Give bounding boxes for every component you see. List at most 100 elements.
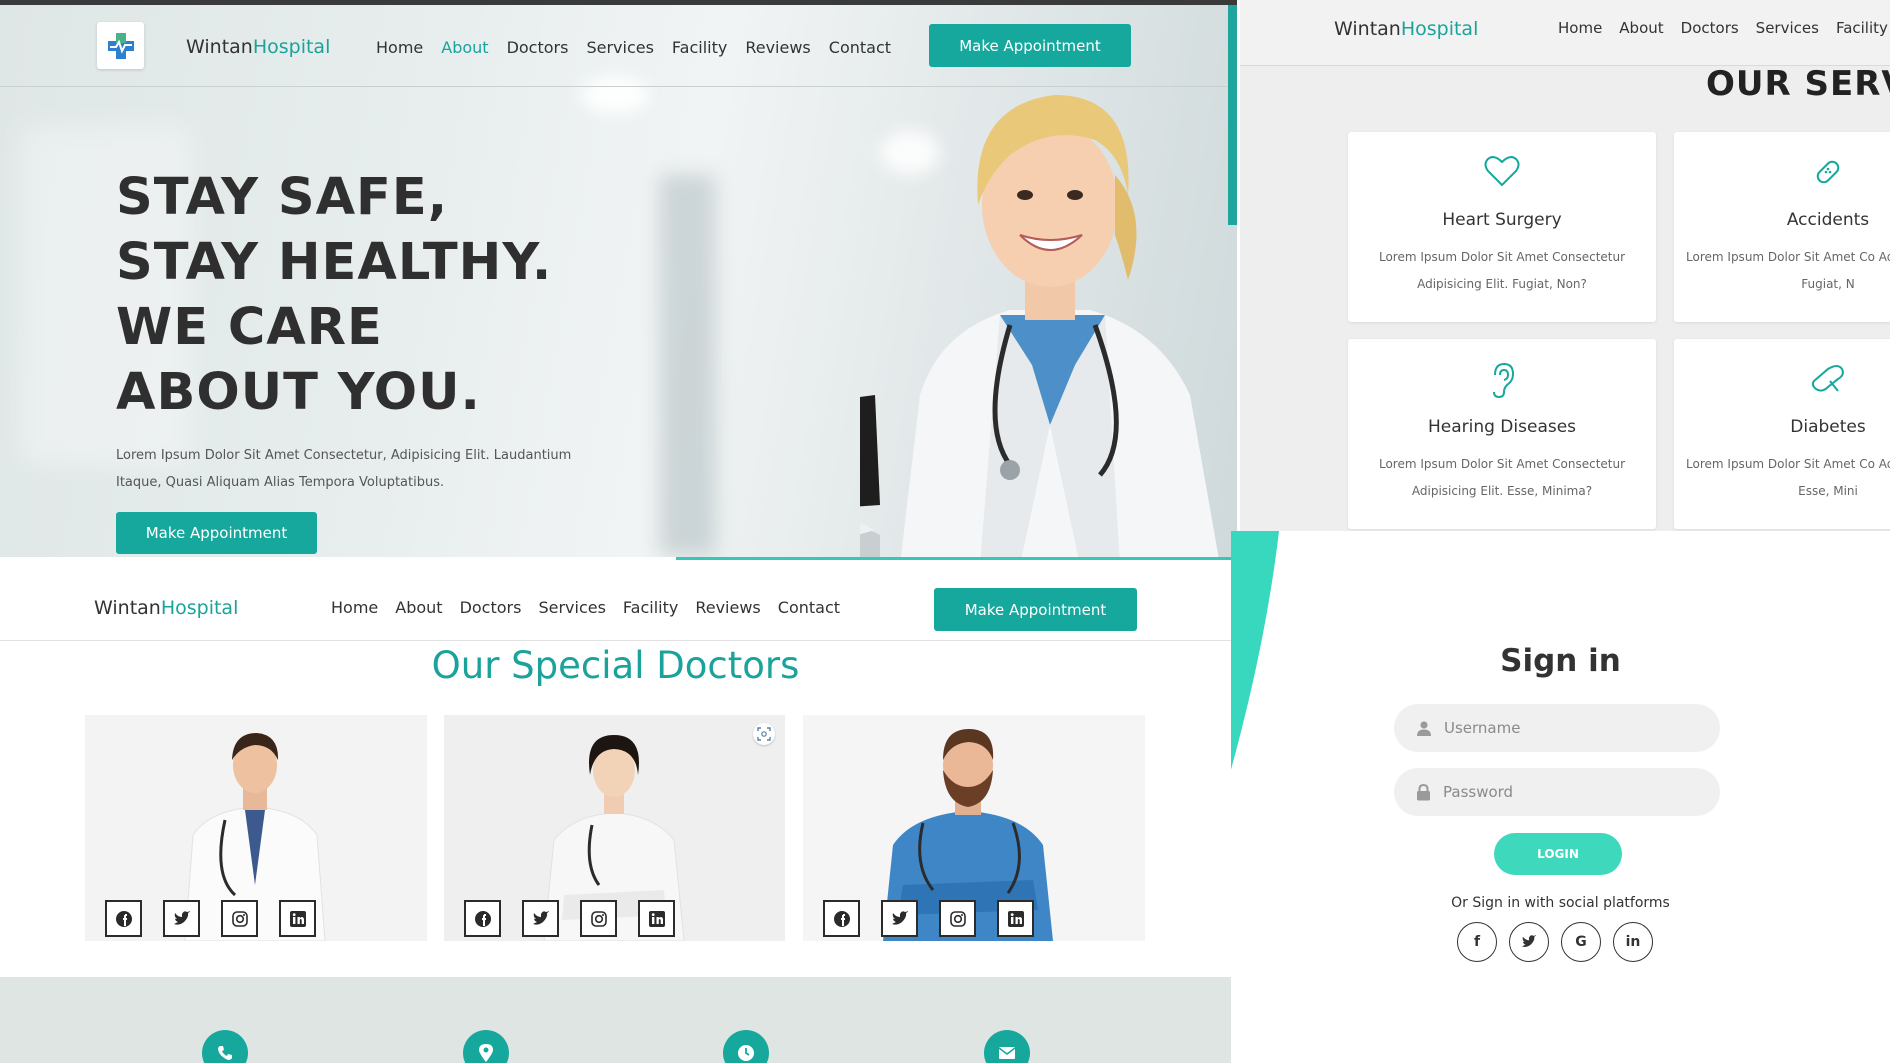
login-button[interactable]: LOGIN (1494, 833, 1622, 875)
twitter-link[interactable] (881, 900, 918, 937)
services-navbar: WintanHospital Home About Doctors Servic… (1240, 0, 1890, 66)
nav-home[interactable]: Home (376, 38, 423, 57)
services-nav-links: Home About Doctors Services Facility (1558, 19, 1888, 37)
nav-about[interactable]: About (395, 598, 442, 617)
brand-name-plain: Wintan (1334, 18, 1401, 40)
nav-doctors[interactable]: Doctors (1681, 19, 1739, 37)
nav-home[interactable]: Home (1558, 19, 1602, 37)
password-input[interactable] (1443, 783, 1683, 801)
facebook-icon (115, 910, 132, 927)
scrollbar[interactable] (1228, 5, 1237, 225)
nav-facility[interactable]: Facility (623, 598, 678, 617)
doctor-socials (105, 900, 316, 937)
username-input[interactable] (1444, 719, 1684, 737)
service-description: Lorem Ipsum Dolor Sit Amet Consectetur A… (1378, 457, 1626, 498)
google-signin-button[interactable]: G (1561, 922, 1601, 962)
logo[interactable] (97, 22, 144, 69)
doctor-card (803, 715, 1145, 941)
doctors-navbar: WintanHospital Home About Doctors Servic… (0, 557, 1231, 641)
facebook-icon: f (1473, 934, 1481, 950)
facebook-link[interactable] (105, 900, 142, 937)
nav-contact[interactable]: Contact (778, 598, 840, 617)
twitter-link[interactable] (163, 900, 200, 937)
facebook-icon (474, 910, 491, 927)
linkedin-signin-button[interactable]: in (1613, 922, 1653, 962)
contact-band (0, 977, 1231, 1063)
brand-name-accent: Hospital (252, 36, 331, 58)
make-appointment-button[interactable]: Make Appointment (934, 588, 1137, 631)
doctors-nav-links: Home About Doctors Services Facility Rev… (331, 598, 840, 617)
instagram-icon (231, 910, 248, 927)
twitter-icon (532, 910, 549, 925)
service-card-heart-surgery[interactable]: Heart Surgery Lorem Ipsum Dolor Sit Amet… (1348, 132, 1656, 322)
brand-name-plain: Wintan (186, 36, 253, 58)
phone-icon (218, 1046, 232, 1060)
hero-appointment-button[interactable]: Make Appointment (116, 512, 317, 554)
google-icon: G (1575, 934, 1587, 950)
nav-facility[interactable]: Facility (1836, 19, 1888, 37)
twitter-link[interactable] (522, 900, 559, 937)
nav-reviews[interactable]: Reviews (745, 38, 810, 57)
signin-title: Sign in (1500, 643, 1621, 679)
service-description: Lorem Ipsum Dolor Sit Amet Co Adipisicin… (1686, 457, 1890, 498)
brand-name-plain: Wintan (94, 597, 161, 619)
doctor-socials (464, 900, 675, 937)
nav-services[interactable]: Services (538, 598, 605, 617)
clock-icon (738, 1045, 754, 1061)
service-card-diabetes[interactable]: Diabetes Lorem Ipsum Dolor Sit Amet Co A… (1674, 339, 1890, 529)
make-appointment-button[interactable]: Make Appointment (929, 24, 1131, 67)
nav-services[interactable]: Services (586, 38, 653, 57)
user-icon (1417, 721, 1431, 736)
nav-contact[interactable]: Contact (829, 38, 891, 57)
instagram-icon (949, 910, 966, 927)
ear-icon (1493, 362, 1515, 399)
instagram-link[interactable] (221, 900, 258, 937)
linkedin-link[interactable] (638, 900, 675, 937)
facebook-signin-button[interactable]: f (1457, 922, 1497, 962)
nav-facility[interactable]: Facility (672, 38, 727, 57)
facebook-link[interactable] (464, 900, 501, 937)
twitter-signin-button[interactable] (1509, 922, 1549, 962)
hero-section: WintanHospital Home About Doctors Servic… (0, 0, 1237, 557)
background-shelf (660, 175, 715, 555)
bandage-icon (1816, 160, 1840, 184)
twitter-icon (891, 910, 908, 925)
nav-home[interactable]: Home (331, 598, 378, 617)
twitter-icon (173, 910, 190, 925)
nav-doctors[interactable]: Doctors (507, 38, 569, 57)
nav-services[interactable]: Services (1756, 19, 1819, 37)
brand-name[interactable]: WintanHospital (94, 597, 238, 619)
linkedin-link[interactable] (279, 900, 316, 937)
social-signin-buttons: f G in (1457, 922, 1653, 962)
brand-name-accent: Hospital (1400, 18, 1479, 40)
medical-cross-icon (107, 32, 134, 59)
nav-about[interactable]: About (1619, 19, 1663, 37)
instagram-link[interactable] (580, 900, 617, 937)
brand-name[interactable]: WintanHospital (1334, 18, 1478, 40)
password-field[interactable] (1394, 768, 1720, 816)
username-field[interactable] (1394, 704, 1720, 752)
social-signin-text: Or Sign in with social platforms (1451, 895, 1670, 911)
hero-subtitle: Lorem Ipsum Dolor Sit Amet Consectetur, … (116, 448, 572, 490)
service-title: Accidents (1786, 210, 1870, 230)
heart-icon (1484, 156, 1520, 187)
nav-reviews[interactable]: Reviews (695, 598, 760, 617)
nav-doctors[interactable]: Doctors (460, 598, 522, 617)
instagram-link[interactable] (939, 900, 976, 937)
brand-name[interactable]: WintanHospital (186, 36, 330, 58)
nav-about[interactable]: About (441, 38, 488, 57)
zoom-scan-button[interactable] (753, 723, 775, 745)
linkedin-icon: in (1625, 934, 1641, 950)
hero-title: STAY SAFE, STAY HEALTHY. WE CARE ABOUT Y… (116, 168, 553, 422)
service-description: Lorem Ipsum Dolor Sit Amet Co Adipisicin… (1686, 250, 1890, 291)
service-title: Diabetes (1790, 417, 1866, 437)
service-card-hearing-diseases[interactable]: Hearing Diseases Lorem Ipsum Dolor Sit A… (1348, 339, 1656, 529)
facebook-link[interactable] (823, 900, 860, 937)
linkedin-link[interactable] (997, 900, 1034, 937)
service-title: Heart Surgery (1442, 210, 1562, 230)
brand-name-accent: Hospital (160, 597, 239, 619)
hero-nav-links: Home About Doctors Services Facility Rev… (376, 38, 891, 57)
service-description: Lorem Ipsum Dolor Sit Amet Consectetur A… (1378, 250, 1626, 291)
service-card-accidents[interactable]: Accidents Lorem Ipsum Dolor Sit Amet Co … (1674, 132, 1890, 322)
scan-icon (757, 727, 771, 741)
